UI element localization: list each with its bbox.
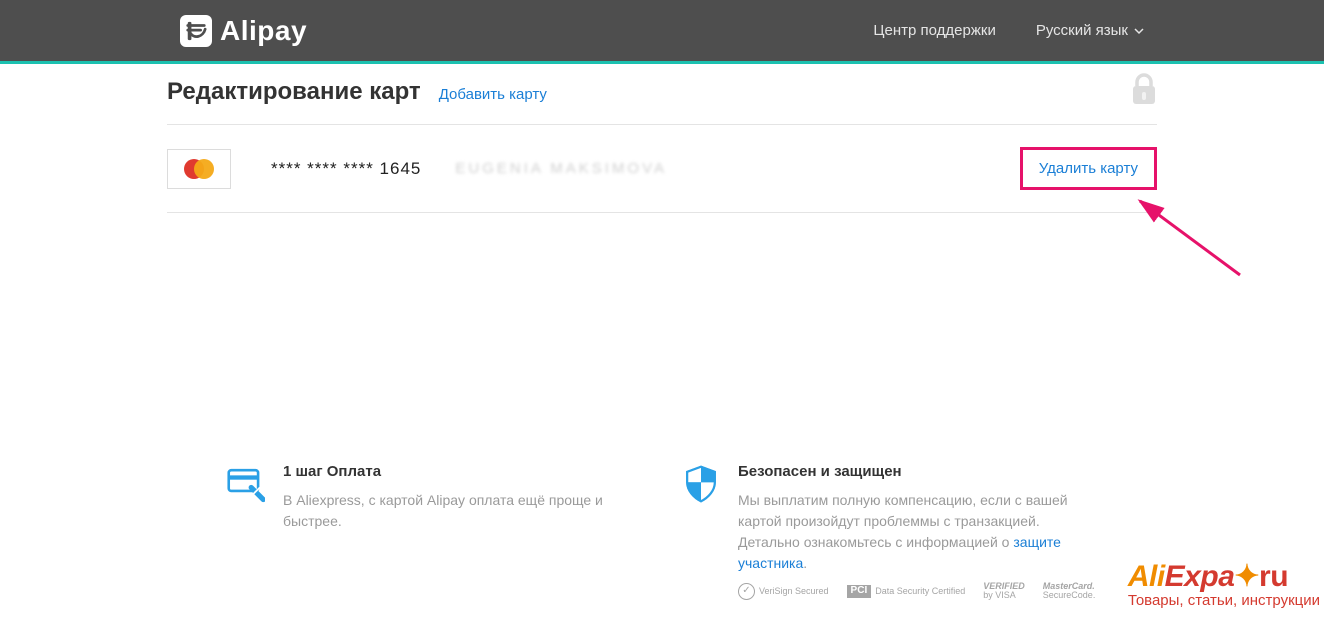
info-payment: 1 шаг Оплата В Aliexpress, с картой Alip… [227,463,642,601]
verified-by-visa-badge: VERIFIEDby VISA [983,582,1025,601]
page-title: Редактирование карт [167,78,421,106]
support-link[interactable]: Центр поддержки [873,22,995,39]
shield-icon [682,465,720,601]
star-icon: ✦ [1234,560,1259,593]
info-secure-title: Безопасен и защищен [738,463,1097,480]
brand-name: Alipay [220,15,307,47]
main-content: Редактирование карт Добавить карту **** … [167,64,1157,601]
security-badges: ✓ VeriSign Secured PCI Data Security Cer… [738,582,1097,601]
info-security: Безопасен и защищен Мы выплатим полную к… [682,463,1097,601]
top-header: Alipay Центр поддержки Русский язык [0,0,1324,64]
card-holder-name: EUGENIA MAKSIMOVA [455,160,667,177]
card-row: **** **** **** 1645 EUGENIA MAKSIMOVA Уд… [167,125,1157,213]
card-pay-icon [227,465,265,601]
pci-badge: PCI Data Security Certified [847,585,966,598]
info-secure-text: Мы выплатим полную компенсацию, если с в… [738,490,1097,574]
delete-card-button[interactable]: Удалить карту [1020,147,1157,190]
info-pay-title: 1 шаг Оплата [283,463,642,480]
card-number: **** **** **** 1645 [271,159,421,179]
chevron-down-icon [1134,26,1144,36]
alipay-logo-icon [180,15,212,47]
mastercard-icon [167,149,231,189]
language-label: Русский язык [1036,22,1128,39]
wm-expa: Expa [1165,560,1235,593]
mastercard-securecode-badge: MasterCard.SecureCode. [1043,582,1096,601]
wm-ru: ru [1259,560,1288,593]
info-pay-text: В Aliexpress, с картой Alipay оплата ещё… [283,490,642,532]
verisign-badge: ✓ VeriSign Secured [738,583,829,600]
language-selector[interactable]: Русский язык [1036,22,1144,39]
add-card-link[interactable]: Добавить карту [439,86,547,103]
title-row: Редактирование карт Добавить карту [167,78,1157,124]
lock-icon [1131,72,1157,111]
brand-logo[interactable]: Alipay [180,15,307,47]
info-section: 1 шаг Оплата В Aliexpress, с картой Alip… [167,463,1157,601]
